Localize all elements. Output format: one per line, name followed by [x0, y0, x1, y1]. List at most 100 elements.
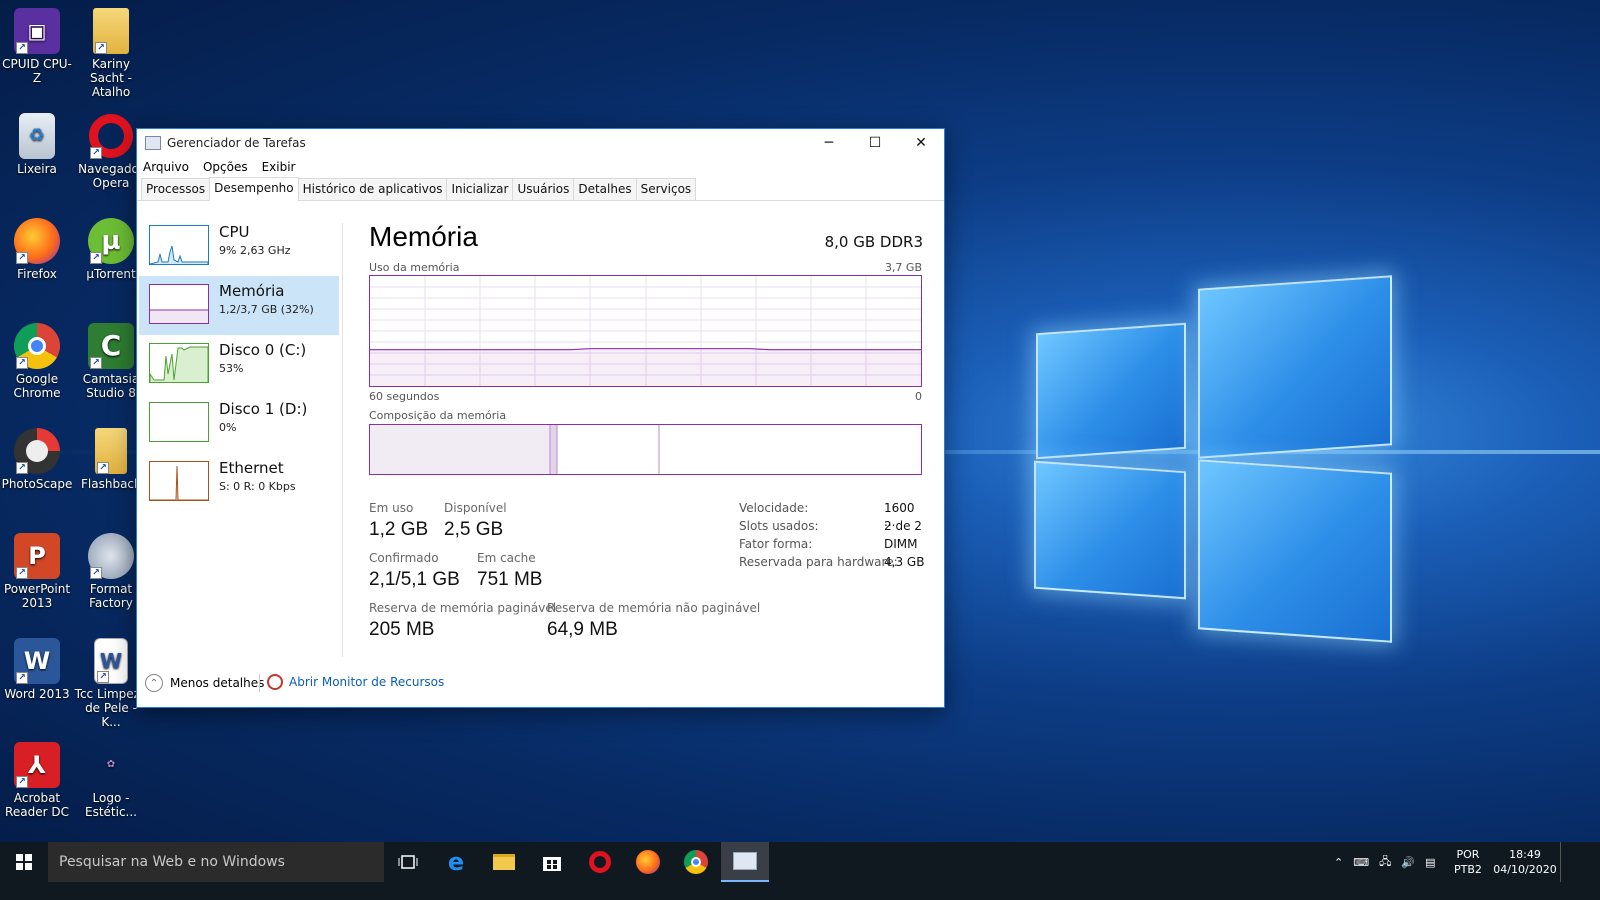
recycle-bin-icon: ♻ — [19, 113, 55, 159]
chevron-up-icon[interactable]: ⌃ — [1334, 856, 1343, 869]
chevron-up-icon: ⌃ — [145, 674, 163, 692]
menu-opcoes[interactable]: Opções — [203, 160, 248, 174]
fewer-details-button[interactable]: ⌃ Menos detalhes — [145, 674, 264, 692]
hw-reserved-label: Reservada para hardware: — [739, 555, 898, 569]
memory-composition-bar — [369, 424, 922, 475]
task-manager-icon — [733, 852, 757, 870]
folder-icon — [493, 854, 515, 870]
disk1-thumbnail-graph — [149, 402, 209, 442]
notification-icon[interactable]: ▤ — [1425, 856, 1435, 869]
task-view-icon — [398, 855, 418, 869]
disponivel-label: Disponível — [444, 501, 507, 515]
language-indicator[interactable]: POR PTB2 — [1454, 842, 1482, 882]
desktop-icon-kariny[interactable]: ↗ Kariny Sacht - Atalho — [74, 8, 148, 99]
start-button[interactable] — [0, 842, 48, 882]
folder-icon: ↗ — [95, 428, 127, 474]
taskbar-file-explorer[interactable] — [480, 842, 528, 882]
desktop-icon-recycle-bin[interactable]: ♻ Lixeira — [0, 113, 74, 176]
tab-usuarios[interactable]: Usuários — [512, 178, 575, 200]
tab-processos[interactable]: Processos — [141, 178, 211, 200]
network-icon[interactable]: 🖧 — [1379, 853, 1391, 872]
cache-label: Em cache — [477, 551, 536, 565]
usage-graph-label: Uso da memória — [369, 261, 460, 274]
memory-spec: 8,0 GB DDR3 — [824, 233, 923, 251]
tab-historico[interactable]: Histórico de aplicativos — [297, 178, 448, 200]
taskbar-opera[interactable] — [576, 842, 624, 882]
confirmado-value: 2,1/5,1 GB — [369, 569, 460, 590]
sidebar-item-disk0[interactable]: Disco 0 (C:) 53% — [139, 335, 339, 394]
camtasia-icon: C ↗ — [88, 323, 134, 369]
taskbar-edge[interactable]: e — [432, 842, 480, 882]
form-factor-value: DIMM — [884, 537, 918, 551]
clock[interactable]: 18:49 04/10/2020 — [1493, 842, 1556, 882]
page-title: Memória — [369, 221, 478, 252]
taskbar-firefox[interactable] — [624, 842, 672, 882]
menu-bar: Arquivo Opções Exibir — [137, 157, 944, 177]
powerpoint-icon: P ↗ — [14, 533, 60, 579]
word-doc-icon: W ↗ — [94, 638, 128, 684]
tab-bar: Processos Desempenho Histórico de aplica… — [137, 177, 944, 201]
taskbar-chrome[interactable] — [672, 842, 720, 882]
taskbar-store[interactable] — [528, 842, 576, 882]
desktop-icon-powerpoint[interactable]: P ↗ PowerPoint 2013 — [0, 533, 74, 610]
memory-thumbnail-graph — [149, 284, 209, 324]
desktop-icon-word[interactable]: W ↗ Word 2013 — [0, 638, 74, 701]
edge-icon: e — [447, 848, 465, 876]
desktop-icon-firefox[interactable]: ↗ Firefox — [0, 218, 74, 281]
open-resource-monitor-link[interactable]: Abrir Monitor de Recursos — [267, 674, 444, 690]
opera-icon: ↗ — [88, 113, 134, 159]
windows-logo-wallpaper — [1030, 275, 1430, 660]
menu-arquivo[interactable]: Arquivo — [143, 160, 189, 174]
resource-monitor-icon — [267, 674, 283, 690]
cpuz-icon: ▣ ↗ — [14, 8, 60, 54]
disk0-thumbnail-graph — [149, 343, 209, 383]
volume-icon[interactable]: 🔊 — [1401, 856, 1415, 869]
chrome-icon: ↗ — [14, 323, 60, 369]
sidebar-item-ethernet[interactable]: Ethernet S: 0 R: 0 Kbps — [139, 453, 339, 512]
tab-servicos[interactable]: Serviços — [635, 178, 697, 200]
confirmado-label: Confirmado — [369, 551, 439, 565]
graph-time-left: 60 segundos — [369, 390, 440, 403]
taskbar-task-manager[interactable] — [721, 842, 769, 882]
taskbar-search-box[interactable]: Pesquisar na Web e no Windows — [48, 842, 384, 882]
desktop-icon-logo[interactable]: ✿ Logo - Estétic... — [74, 742, 148, 819]
memory-usage-area — [370, 349, 921, 386]
task-manager-window: Gerenciador de Tarefas ─ ☐ ✕ Arquivo Opç… — [136, 128, 945, 708]
show-desktop-button[interactable] — [1560, 842, 1566, 882]
word-icon: W ↗ — [14, 638, 60, 684]
opera-icon — [589, 851, 611, 873]
paged-pool-value: 205 MB — [369, 619, 435, 640]
composition-label: Composição da memória — [369, 409, 507, 422]
slots-value: 2 de 2 — [884, 519, 922, 533]
window-title: Gerenciador de Tarefas — [167, 136, 306, 150]
form-factor-label: Fator forma: — [739, 537, 813, 551]
menu-exibir[interactable]: Exibir — [262, 160, 296, 174]
utorrent-icon: µ ↗ — [88, 218, 134, 264]
logo-image-icon: ✿ — [106, 759, 116, 770]
task-manager-icon — [145, 136, 161, 150]
em-uso-value: 1,2 GB — [369, 519, 429, 540]
sidebar-item-memory[interactable]: Memória 1,2/3,7 GB (32%) — [139, 276, 339, 335]
desktop-icon-cpuz[interactable]: ▣ ↗ CPUID CPU-Z — [0, 8, 74, 85]
tab-desempenho[interactable]: Desempenho — [209, 177, 299, 201]
firefox-icon: ↗ — [14, 218, 60, 264]
maximize-button[interactable]: ☐ — [852, 129, 898, 157]
desktop-icon-photoscape[interactable]: ↗ PhotoScape — [0, 428, 74, 491]
keyboard-icon[interactable]: ⌨ — [1353, 856, 1369, 869]
hw-reserved-value: 4,3 GB — [884, 555, 925, 569]
tab-detalhes[interactable]: Detalhes — [573, 178, 637, 200]
tab-inicializar[interactable]: Inicializar — [446, 178, 514, 200]
sidebar-item-cpu[interactable]: CPU 9% 2,63 GHz — [139, 217, 339, 276]
taskbar: Pesquisar na Web e no Windows e ⌃ ⌨ 🖧 🔊 … — [0, 842, 1600, 900]
desktop-icon-acrobat[interactable]: ⅄ ↗ Acrobat Reader DC — [0, 742, 74, 819]
memory-detail-panel: Memória 8,0 GB DDR3 Uso da memória 3,7 G… — [369, 217, 929, 657]
desktop-icon-chrome[interactable]: ↗ Google Chrome — [0, 323, 74, 400]
cpu-thumbnail-graph — [149, 225, 209, 265]
folder-icon: ↗ — [93, 8, 129, 54]
task-view-button[interactable] — [384, 842, 432, 882]
close-button[interactable]: ✕ — [898, 129, 944, 157]
nonpaged-pool-value: 64,9 MB — [547, 619, 618, 640]
slots-label: Slots usados: — [739, 519, 819, 533]
sidebar-item-disk1[interactable]: Disco 1 (D:) 0% — [139, 394, 339, 453]
minimize-button[interactable]: ─ — [806, 129, 852, 157]
